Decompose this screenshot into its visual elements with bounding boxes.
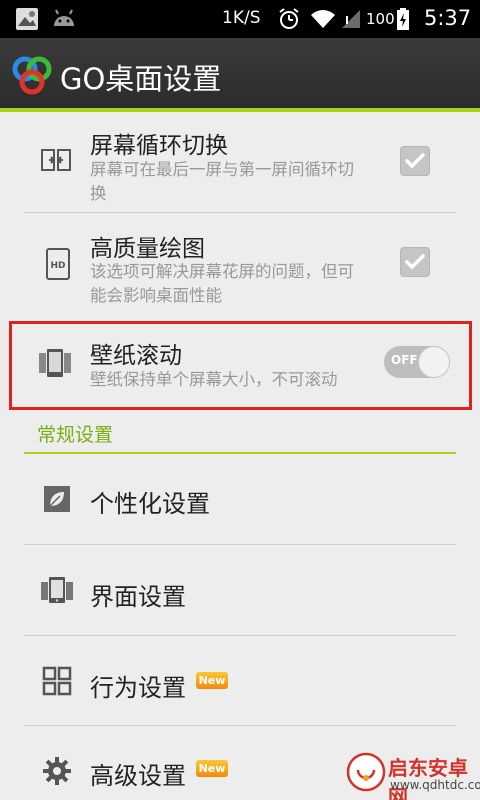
loop-screen-checkbox[interactable] <box>400 146 430 176</box>
setting-description-line1: 该选项可解决屏幕花屏的问题，但可 <box>90 262 354 281</box>
setting-description-line1: 屏幕可在最后一屏与第一屏间循环切 <box>90 160 354 179</box>
clock: 5:37 <box>424 6 472 30</box>
watermark-logo-icon <box>346 752 386 792</box>
status-bar: 1K/S 100 5:37 <box>0 0 480 38</box>
menu-item-interface[interactable]: 界面设置 <box>24 545 456 635</box>
signal-icon <box>342 10 360 28</box>
hq-drawing-checkbox[interactable] <box>400 247 430 277</box>
hd-screen-icon: HD <box>46 248 70 280</box>
menu-item-behavior[interactable]: 行为设置 New <box>24 636 456 726</box>
setting-description-line2: 能会影响桌面性能 <box>90 286 222 305</box>
alarm-icon <box>279 8 299 29</box>
svg-text:HD: HD <box>50 261 65 271</box>
setting-title: 壁纸滚动 <box>90 343 182 369</box>
network-speed: 1K/S <box>222 8 261 28</box>
gear-icon <box>43 757 71 785</box>
screen-loop-icon <box>41 149 71 171</box>
menu-label: 高级设置 <box>90 762 186 790</box>
watermark-name: 启东安卓网 <box>388 756 468 800</box>
watermark-url: www.qdhtdc.com <box>390 778 480 792</box>
battery-icon <box>397 8 409 30</box>
battery-level: 100 <box>366 10 395 28</box>
menu-item-personalize[interactable]: 个性化设置 <box>24 454 456 544</box>
checkmark-icon <box>405 254 425 270</box>
new-badge: New <box>196 672 228 689</box>
screens-icon <box>41 577 73 603</box>
setting-title: 屏幕循环切换 <box>90 133 228 159</box>
wifi-icon <box>311 10 335 29</box>
section-header: 常规设置 <box>37 424 114 446</box>
new-badge: New <box>196 760 228 777</box>
setting-title: 高质量绘图 <box>90 236 205 262</box>
setting-loop-screen[interactable]: 屏幕循环切换 屏幕可在最后一屏与第一屏间循环切 换 <box>24 112 456 212</box>
menu-label: 个性化设置 <box>90 490 210 518</box>
app-title: GO桌面设置 <box>60 62 222 96</box>
toggle-off-label: OFF <box>391 353 418 367</box>
android-notification-icon <box>54 9 74 26</box>
setting-hq-drawing[interactable]: HD 高质量绘图 该选项可解决屏幕花屏的问题，但可 能会影响桌面性能 <box>24 213 456 317</box>
wallpaper-icon <box>39 349 71 377</box>
setting-description: 壁纸保持单个屏幕大小，不可滚动 <box>90 370 338 389</box>
leaf-icon <box>44 486 70 512</box>
grid-icon <box>42 666 72 696</box>
menu-label: 界面设置 <box>90 583 186 611</box>
checkmark-icon <box>405 153 425 169</box>
go-launcher-logo-icon[interactable] <box>10 54 54 98</box>
gallery-notification-icon <box>16 8 38 30</box>
wallpaper-scroll-toggle[interactable]: OFF <box>384 346 450 378</box>
menu-label: 行为设置 <box>90 674 186 702</box>
setting-description-line2: 换 <box>90 184 107 203</box>
toggle-knob <box>418 346 450 378</box>
